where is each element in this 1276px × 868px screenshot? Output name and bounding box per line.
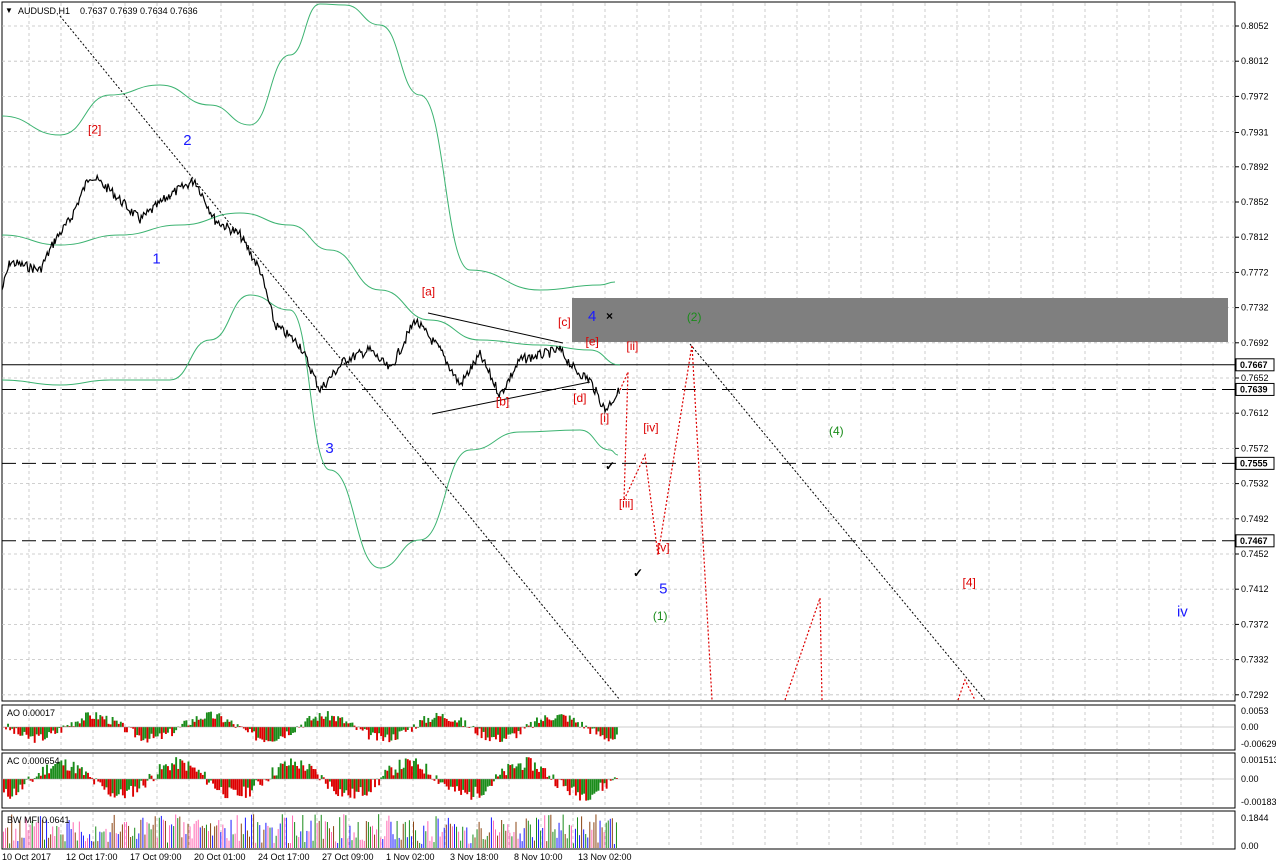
svg-text:0.7467: 0.7467: [1240, 536, 1268, 546]
chart-canvas: ✓ ✓ × [2] 2 1 3 [a] [b] [c] 4 [e] [d] [i] [ii] [iv] [ii…: [0, 0, 1276, 868]
indicator-tick: -0.00183: [1241, 797, 1276, 807]
svg-text:0.7667: 0.7667: [1240, 360, 1268, 370]
ac-title: AC 0.000654: [7, 756, 60, 766]
wave-label: [a]: [422, 284, 435, 298]
price-marker: 0.7667: [1235, 358, 1275, 372]
price-tick: 0.7372: [1235, 619, 1269, 629]
svg-text:0.7892: 0.7892: [1241, 162, 1269, 172]
time-label: 13 Nov 02:00: [578, 852, 632, 862]
wave-label: [iii]: [619, 496, 634, 510]
svg-text:0.7732: 0.7732: [1241, 303, 1269, 313]
time-label: 1 Nov 02:00: [386, 852, 435, 862]
svg-text:0.7292: 0.7292: [1241, 690, 1269, 700]
price-tick: 0.7452: [1235, 549, 1269, 559]
wave-label: 3: [325, 440, 333, 457]
svg-text:0.7572: 0.7572: [1241, 443, 1269, 453]
svg-text:0.7612: 0.7612: [1241, 408, 1269, 418]
price-tick: 0.8052: [1235, 21, 1269, 31]
price-tick: 0.7972: [1235, 91, 1269, 101]
wave-label: [v]: [657, 540, 670, 554]
svg-text:0.7652: 0.7652: [1241, 373, 1269, 383]
wave-label: [e]: [586, 334, 599, 348]
svg-text:0.7852: 0.7852: [1241, 197, 1269, 207]
time-label: 27 Oct 09:00: [322, 852, 374, 862]
wave-label: (2): [687, 310, 702, 324]
check-mark-icon: ✓: [633, 566, 643, 580]
price-tick: 0.7532: [1235, 479, 1269, 489]
price-tick: 0.7892: [1235, 162, 1269, 172]
svg-text:0.7332: 0.7332: [1241, 655, 1269, 665]
price-tick: 0.7612: [1235, 408, 1269, 418]
wave-label: [2]: [88, 122, 101, 136]
indicator-tick: 0.0053: [1241, 706, 1269, 716]
svg-text:0.7931: 0.7931: [1241, 127, 1269, 137]
svg-text:0.7692: 0.7692: [1241, 338, 1269, 348]
price-marker: 0.7467: [1235, 534, 1275, 548]
price-tick: 0.7852: [1235, 197, 1269, 207]
ohlc-label: 0.7637 0.7639 0.7634 0.7636: [80, 6, 198, 16]
price-tick: 0.7412: [1235, 584, 1269, 594]
ao-title: AO 0.00017: [7, 708, 55, 718]
wave-label: [ii]: [626, 339, 638, 353]
price-tick: 0.7772: [1235, 267, 1269, 277]
indicator-tick: 0.00: [1241, 841, 1259, 851]
svg-text:0.8012: 0.8012: [1241, 56, 1269, 66]
indicator-tick: 0.00: [1241, 722, 1259, 732]
svg-text:0.7812: 0.7812: [1241, 232, 1269, 242]
svg-text:0.7555: 0.7555: [1240, 458, 1268, 468]
price-tick: 0.7292: [1235, 690, 1269, 700]
indicator-tick: -0.00629: [1241, 739, 1276, 749]
wave-label: [i]: [600, 411, 609, 425]
wave-label: [iv]: [643, 421, 658, 435]
wave-label: 4: [588, 308, 596, 325]
wave-label: 1: [152, 251, 160, 268]
price-marker: 0.7555: [1235, 456, 1275, 470]
time-label: 10 Oct 2017: [2, 852, 51, 862]
time-label: 3 Nov 18:00: [450, 852, 499, 862]
price-tick: 0.7692: [1235, 338, 1269, 348]
svg-text:0.7639: 0.7639: [1240, 384, 1268, 394]
symbol-label: AUDUSD,H1: [18, 6, 70, 16]
price-tick: 0.7931: [1235, 127, 1269, 137]
svg-text:0.7972: 0.7972: [1241, 91, 1269, 101]
wave-label: [d]: [573, 391, 586, 405]
wave-label: 5: [659, 581, 667, 598]
wave-label: iv: [1177, 603, 1188, 620]
x-mark-icon: ×: [606, 309, 613, 323]
price-tick: 0.7812: [1235, 232, 1269, 242]
price-tick: 0.7332: [1235, 655, 1269, 665]
wave-label: (4): [829, 424, 844, 438]
wave-label: [4]: [962, 576, 975, 590]
supply-zone: [572, 298, 1228, 342]
mfi-title: BW MFI 0.0641: [7, 815, 70, 825]
price-tick: 0.7652: [1235, 373, 1269, 383]
check-mark-icon: ✓: [605, 459, 615, 473]
svg-text:0.7532: 0.7532: [1241, 479, 1269, 489]
indicator-tick: 0.00: [1241, 774, 1259, 784]
header-arrow[interactable]: ▼: [5, 6, 13, 15]
indicator-tick: 0.001513: [1241, 755, 1276, 765]
svg-text:0.7492: 0.7492: [1241, 514, 1269, 524]
time-label: 20 Oct 01:00: [194, 852, 246, 862]
svg-text:0.7372: 0.7372: [1241, 619, 1269, 629]
price-tick: 0.7732: [1235, 303, 1269, 313]
svg-text:0.8052: 0.8052: [1241, 21, 1269, 31]
price-tick: 0.8012: [1235, 56, 1269, 66]
svg-text:0.7772: 0.7772: [1241, 267, 1269, 277]
wave-label: [b]: [496, 394, 509, 408]
price-tick: 0.7492: [1235, 514, 1269, 524]
wave-label: 2: [183, 132, 191, 149]
time-label: 17 Oct 09:00: [130, 852, 182, 862]
svg-text:0.7412: 0.7412: [1241, 584, 1269, 594]
price-tick: 0.7572: [1235, 443, 1269, 453]
time-label: 24 Oct 17:00: [258, 852, 310, 862]
time-label: 12 Oct 17:00: [66, 852, 118, 862]
indicator-tick: 0.1844: [1241, 813, 1269, 823]
wave-label: [c]: [558, 315, 571, 329]
price-marker: 0.7639: [1235, 382, 1275, 396]
svg-text:0.7452: 0.7452: [1241, 549, 1269, 559]
time-label: 8 Nov 10:00: [514, 852, 563, 862]
wave-label: (1): [653, 609, 668, 623]
